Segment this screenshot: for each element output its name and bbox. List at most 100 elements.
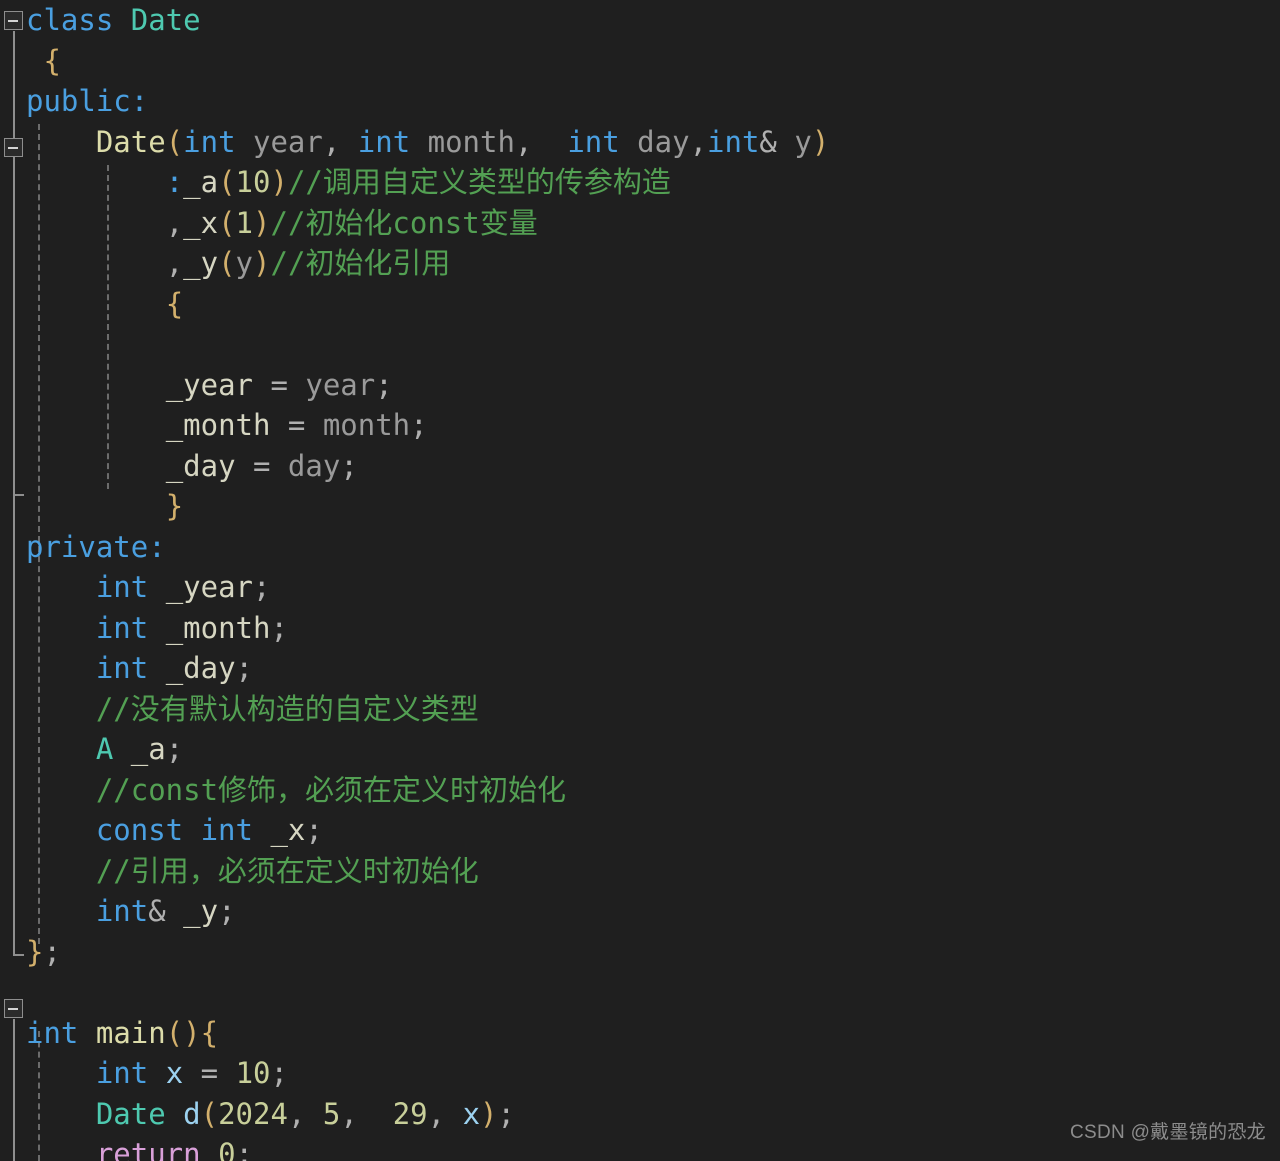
code-token: year xyxy=(235,124,323,159)
code-line-12[interactable]: _day = day; xyxy=(0,446,1280,487)
code-token: public xyxy=(26,84,131,118)
code-token: month xyxy=(322,408,411,442)
code-line-13[interactable]: } xyxy=(0,486,1280,527)
code-token: () xyxy=(165,1015,201,1050)
code-line-23[interactable]: int& _y; xyxy=(0,891,1280,932)
code-token: = xyxy=(270,408,323,442)
code-token: x xyxy=(462,1096,481,1131)
csdn-watermark: CSDN @戴墨镜的恐龙 xyxy=(1069,1122,1266,1143)
code-line-5[interactable]: :_a(10)//调用自定义类型的传参构造 xyxy=(0,162,1280,203)
code-line-4[interactable]: Date(int year, int month, int day,int& y… xyxy=(0,122,1280,163)
code-line-1[interactable]: class Date xyxy=(0,0,1280,41)
code-token: ) xyxy=(253,246,271,280)
code-token: month xyxy=(410,124,515,159)
code-token: //初始化const变量 xyxy=(270,205,538,240)
code-token: 10 xyxy=(235,1056,271,1090)
code-line-6[interactable]: ,_x(1)//初始化const变量 xyxy=(0,203,1280,244)
code-token: class xyxy=(26,3,131,37)
fold-gutter[interactable] xyxy=(0,0,26,1161)
code-token: Date xyxy=(95,124,166,159)
code-token: , xyxy=(514,124,568,159)
code-token: { xyxy=(165,286,184,321)
code-token: ; xyxy=(340,448,358,483)
code-line-20[interactable]: //const修饰，必须在定义时初始化 xyxy=(0,770,1280,811)
code-token: _year xyxy=(165,367,253,402)
code-token: x xyxy=(165,1056,184,1090)
code-line-11[interactable]: _month = month; xyxy=(0,405,1280,446)
code-token: ; xyxy=(270,1056,288,1090)
code-token: ; xyxy=(253,570,271,604)
code-token: _x xyxy=(270,813,306,847)
code-line-22[interactable]: //引用，必须在定义时初始化 xyxy=(0,851,1280,892)
code-token: Date xyxy=(130,3,201,37)
fold-main-function[interactable] xyxy=(4,999,23,1018)
code-line-18[interactable]: //没有默认构造的自定义类型 xyxy=(0,689,1280,730)
code-token: int xyxy=(95,1056,149,1090)
code-line-24[interactable]: }; xyxy=(0,932,1280,973)
code-line-14[interactable]: private: xyxy=(0,527,1280,568)
code-token: ; xyxy=(235,651,254,685)
fold-class-date[interactable] xyxy=(4,11,23,30)
code-line-27[interactable]: int x = 10; xyxy=(0,1053,1280,1094)
code-line-26[interactable]: int main(){ xyxy=(0,1013,1280,1054)
code-token: } xyxy=(26,934,44,969)
code-token: //没有默认构造的自定义类型 xyxy=(95,691,479,726)
code-token: return xyxy=(95,1137,201,1161)
code-token: ; xyxy=(497,1096,515,1131)
code-token: day xyxy=(287,448,341,483)
code-token: ) xyxy=(811,124,830,159)
code-token: 29 xyxy=(392,1096,428,1131)
code-line-8[interactable]: { xyxy=(0,284,1280,325)
code-line-3[interactable]: public: xyxy=(0,81,1280,122)
code-token: _a xyxy=(183,165,219,199)
code-token: //const修饰，必须在定义时初始化 xyxy=(95,772,567,807)
code-token: & xyxy=(759,124,795,159)
code-line-9[interactable] xyxy=(0,324,1280,365)
code-token: = xyxy=(183,1056,236,1090)
code-line-2[interactable]: { xyxy=(0,41,1280,82)
code-line-16[interactable]: int _month; xyxy=(0,608,1280,649)
code-token: int xyxy=(95,651,149,685)
code-token: ; xyxy=(165,732,184,766)
code-line-19[interactable]: A _a; xyxy=(0,729,1280,770)
code-token: , xyxy=(322,124,358,159)
code-token: = xyxy=(253,367,306,402)
code-token: _y xyxy=(183,894,219,928)
code-line-25[interactable] xyxy=(0,972,1280,1013)
code-line-17[interactable]: int _day; xyxy=(0,648,1280,689)
code-editor[interactable]: class Date {public: Date(int year, int m… xyxy=(0,0,1280,1161)
code-token: private xyxy=(26,529,149,564)
code-token: int xyxy=(95,610,149,645)
fold-line-date-constructor xyxy=(13,158,24,496)
code-line-10[interactable]: _year = year; xyxy=(0,365,1280,406)
code-token: ; xyxy=(235,1137,254,1161)
code-token: 1 xyxy=(235,205,254,240)
code-token: ( xyxy=(218,205,236,240)
code-token: , xyxy=(165,246,184,280)
code-token: ; xyxy=(410,408,428,442)
code-text-area[interactable]: class Date {public: Date(int year, int m… xyxy=(0,0,1280,1161)
code-token: : xyxy=(148,529,166,564)
code-token: _x xyxy=(183,205,219,240)
code-token: ( xyxy=(165,124,184,159)
code-token: ) xyxy=(253,205,271,240)
code-line-15[interactable]: int _year; xyxy=(0,567,1280,608)
code-token: 0 xyxy=(218,1137,236,1161)
code-line-21[interactable]: const int _x; xyxy=(0,810,1280,851)
code-token: int xyxy=(357,124,411,159)
code-line-7[interactable]: ,_y(y)//初始化引用 xyxy=(0,243,1280,284)
code-token: int xyxy=(183,124,236,159)
fold-date-constructor[interactable] xyxy=(4,138,23,157)
